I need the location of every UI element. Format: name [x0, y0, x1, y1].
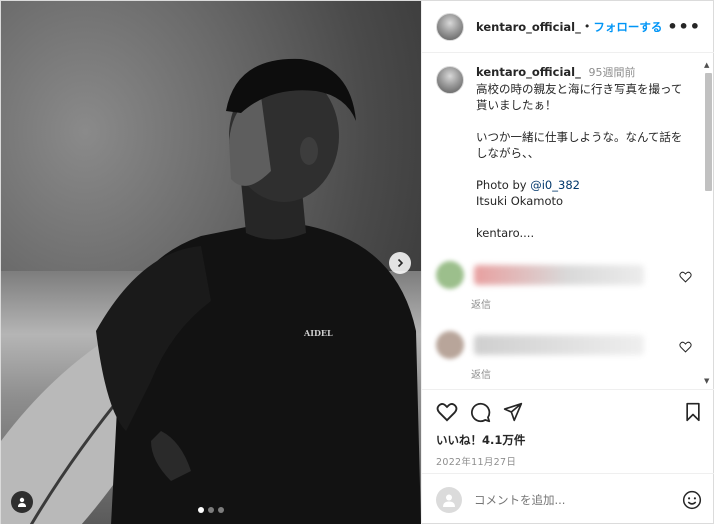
caption-truncated[interactable]: kentaro.... — [476, 225, 686, 241]
add-comment-bar — [422, 473, 714, 524]
carousel-indicator — [198, 507, 224, 513]
heart-icon[interactable] — [679, 271, 692, 283]
post-header: kentaro_official_ • フォローする ••• — [422, 1, 714, 53]
scroll-up-arrow-icon[interactable]: ▲ — [704, 61, 709, 69]
comment-item: 返信 — [422, 259, 714, 311]
carousel-next-button[interactable] — [389, 252, 411, 274]
caption-line1: 高校の時の親友と海に行き写真を撮って貰いましたぁ！ — [476, 82, 683, 112]
reply-button[interactable]: 返信 — [471, 296, 491, 311]
more-options-icon[interactable]: ••• — [667, 17, 701, 36]
carousel-dot — [208, 507, 214, 513]
chevron-right-icon — [397, 258, 404, 268]
emoji-icon[interactable] — [682, 490, 702, 510]
user-icon — [443, 494, 455, 507]
scroll-down-arrow-icon[interactable]: ▼ — [704, 377, 709, 385]
surfer-figure: AIDEL — [1, 58, 421, 524]
caption-username[interactable]: kentaro_official_ — [476, 65, 581, 79]
username-link[interactable]: kentaro_official_ — [476, 20, 581, 34]
post-side-panel: kentaro_official_ • フォローする ••• kentaro_o… — [421, 1, 714, 524]
comments-scroll-area[interactable]: kentaro_official_ 95週間前 高校の時の親友と海に行き写真を撮… — [422, 54, 714, 387]
follow-button[interactable]: フォローする — [593, 19, 662, 35]
photographer-name: Itsuki Okamoto — [476, 194, 564, 208]
comment-item: 返信 — [422, 329, 714, 381]
caption-line2: いつか一緒に仕事しような。なんて話をしながら、、 — [476, 130, 683, 160]
avatar[interactable] — [436, 66, 464, 94]
carousel-dot — [218, 507, 224, 513]
blurred-comment-text — [474, 335, 644, 355]
like-heart-icon[interactable] — [436, 402, 458, 422]
instagram-post: AIDEL kentaro_official_ • フォローする ••• ken… — [0, 0, 714, 524]
avatar[interactable] — [436, 486, 462, 513]
caption-body: kentaro_official_ 95週間前 高校の時の親友と海に行き写真を撮… — [476, 64, 686, 241]
photo-by-label: Photo by — [476, 178, 531, 192]
share-send-icon[interactable] — [503, 402, 523, 422]
post-actions: いいね！4.1万件 2022年11月27日 — [422, 389, 714, 468]
wetsuit-logo: AIDEL — [303, 328, 333, 338]
separator: • — [583, 20, 591, 33]
avatar[interactable] — [436, 12, 464, 41]
caption-time[interactable]: 95週間前 — [589, 66, 636, 79]
tagged-users-button[interactable] — [11, 491, 33, 513]
comment-bubble-icon[interactable] — [470, 402, 491, 423]
scrollbar[interactable]: ▲ ▼ — [703, 61, 713, 385]
scrollbar-thumb[interactable] — [705, 73, 712, 191]
photographer-mention[interactable]: @i0_382 — [530, 178, 580, 192]
post-date[interactable]: 2022年11月27日 — [436, 454, 702, 468]
avatar[interactable] — [436, 261, 464, 289]
action-buttons-row — [436, 400, 702, 424]
reply-button[interactable]: 返信 — [471, 366, 491, 381]
bookmark-icon[interactable] — [684, 402, 702, 422]
like-count[interactable]: いいね！4.1万件 — [436, 432, 702, 448]
blurred-comment-text — [474, 265, 644, 285]
caption: kentaro_official_ 95週間前 高校の時の親友と海に行き写真を撮… — [422, 54, 714, 241]
caption-credit: Photo by @i0_382 — [476, 177, 686, 193]
post-photo[interactable]: AIDEL — [1, 1, 421, 524]
user-icon — [18, 497, 26, 507]
heart-icon[interactable] — [679, 341, 692, 353]
carousel-dot — [198, 507, 204, 513]
avatar[interactable] — [436, 331, 464, 359]
comment-input[interactable] — [474, 492, 664, 507]
